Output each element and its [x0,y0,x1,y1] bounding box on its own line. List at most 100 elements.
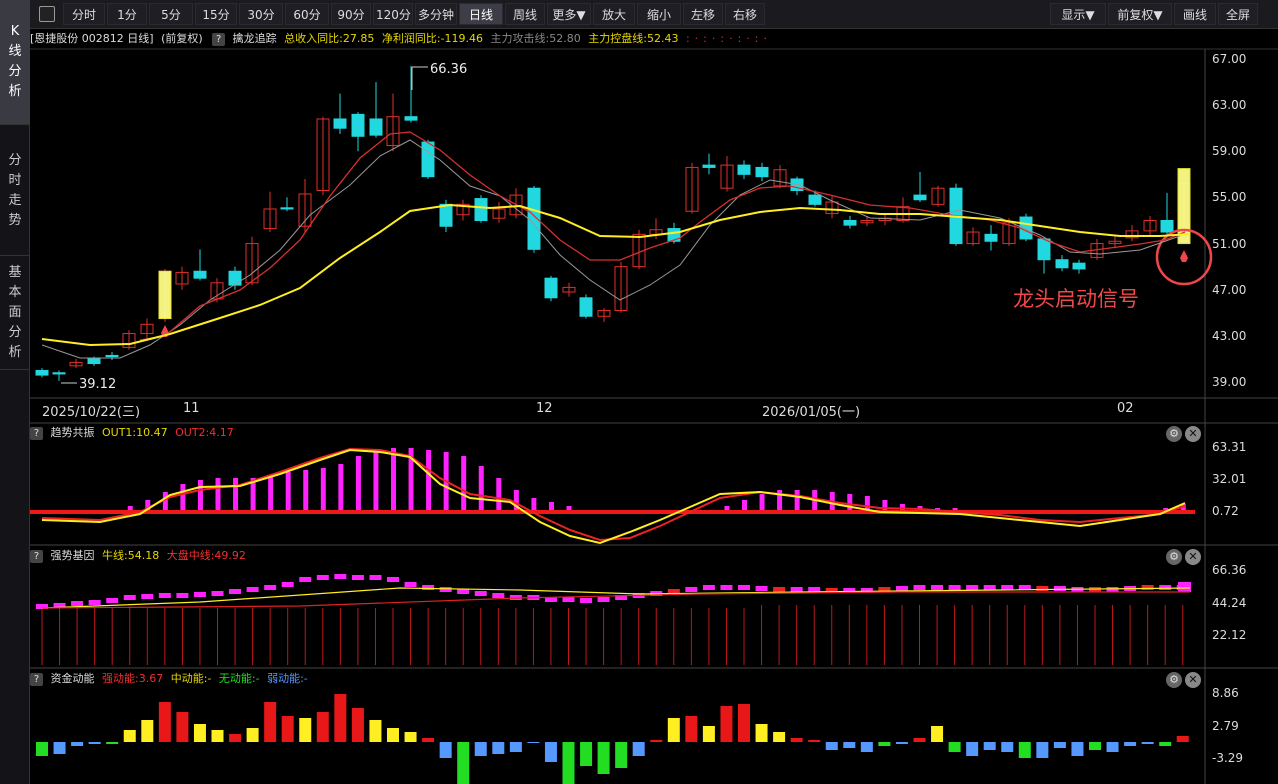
candle-body [421,141,435,178]
panel2-axis-label: 66.36 [1212,563,1247,577]
momentum-bar [860,742,873,752]
panel2-axis-label: 22.12 [1212,628,1247,642]
help-icon[interactable]: ? [30,426,43,440]
resonance-bar [496,478,502,512]
gene-block [229,589,242,594]
settings-icon[interactable]: ⚙ [1166,426,1182,442]
candle-body [755,166,769,178]
momentum-bar [1018,742,1031,758]
date-label: 02 [1117,401,1134,416]
candle-body [228,270,242,286]
momentum-bar [931,726,944,742]
date-label: 2025/10/22(三) [42,405,141,420]
close-icon[interactable]: ✕ [1185,549,1201,565]
candle-body [1072,262,1086,270]
gene-block [158,593,171,598]
candle-body [474,198,488,221]
candle-body [702,164,716,168]
panel2-title: ? 强势基因 牛线:54.18 大盘中线:49.92 [30,547,250,565]
candle-body [280,207,294,210]
candle-body [843,220,857,226]
gene-block [580,598,593,603]
momentum-bar [667,718,680,742]
gene-block [88,600,101,605]
momentum-bar [562,742,575,784]
momentum-bar [299,718,312,742]
momentum-bar [702,726,715,742]
momentum-bar [1071,742,1084,756]
momentum-bar [843,742,856,748]
candle-body [1037,238,1051,261]
price-axis-label: 43.00 [1212,329,1247,343]
price-axis-label: 67.00 [1212,52,1247,66]
candle-body [369,118,383,136]
gene-block [966,585,979,590]
gene-block [1159,585,1172,590]
candle-body [439,203,453,227]
candle-body [351,113,365,137]
panel3-axis-label: 8.86 [1212,686,1239,700]
momentum-bar [141,720,154,742]
panel3-title: ? 资金动能 强动能:3.67 中动能:- 无动能:- 弱动能:- [30,670,312,688]
resonance-bar [391,448,396,512]
signal-annotation: 龙头启动信号 [1013,287,1139,311]
panel3-none: 无动能:- [218,672,260,685]
momentum-bar [685,716,698,742]
candle-body [333,118,347,129]
gene-block [369,575,382,580]
resonance-bar [355,456,361,512]
panel3-axis-label: 2.79 [1212,719,1239,733]
close-icon[interactable]: ✕ [1185,426,1201,442]
momentum-bar [1106,742,1119,752]
resonance-bar [320,468,326,512]
help-icon[interactable]: ? [30,672,43,686]
gene-block [351,575,364,580]
gene-block [685,587,698,592]
momentum-bar [790,738,803,742]
gene-block [422,585,435,590]
momentum-bar [404,732,417,742]
resonance-bar [759,494,765,512]
help-icon[interactable]: ? [30,549,43,563]
resonance-bar [268,476,274,512]
momentum-bar [387,728,399,742]
date-label: 11 [183,401,200,416]
gene-block [720,585,733,590]
gene-block [1053,586,1066,591]
gene-block [790,587,803,592]
momentum-bar [1124,742,1137,746]
momentum-bar [544,742,557,762]
rocket-icon [1180,250,1188,262]
momentum-bar [808,740,821,742]
price-axis-label: 47.00 [1212,283,1247,297]
candle-body [737,164,751,175]
momentum-bar [615,742,628,768]
panel1-name: 趋势共振 [50,426,95,439]
close-icon[interactable]: ✕ [1185,672,1201,688]
ma-gray-line [41,139,1181,359]
panel1-out2: OUT2:4.17 [175,426,234,439]
panel3-weak: 弱动能:- [267,672,308,685]
gene-block [246,587,259,592]
momentum-bar [1176,736,1189,742]
high-price-label: 66.36 [430,62,468,77]
momentum-bar [53,742,66,754]
gene-block [773,587,786,592]
momentum-bar [1036,742,1049,758]
panel1-axis-label: 32.01 [1212,472,1247,486]
gene-block [334,574,347,579]
candle-body [808,194,822,205]
panel1-axis-label: 63.31 [1212,440,1247,454]
moving-averages [41,131,1191,359]
momentum-bar [720,706,733,742]
resonance-bar [513,490,519,512]
price-axis-label: 39.00 [1212,375,1247,389]
settings-icon[interactable]: ⚙ [1166,672,1182,688]
price-axis-label: 59.00 [1212,144,1247,158]
candle-body [984,233,998,242]
momentum-bar [1141,742,1154,744]
settings-icon[interactable]: ⚙ [1166,549,1182,565]
gene-block [931,585,944,590]
resonance-bar [233,478,239,512]
low-price-label: 39.12 [79,377,117,392]
